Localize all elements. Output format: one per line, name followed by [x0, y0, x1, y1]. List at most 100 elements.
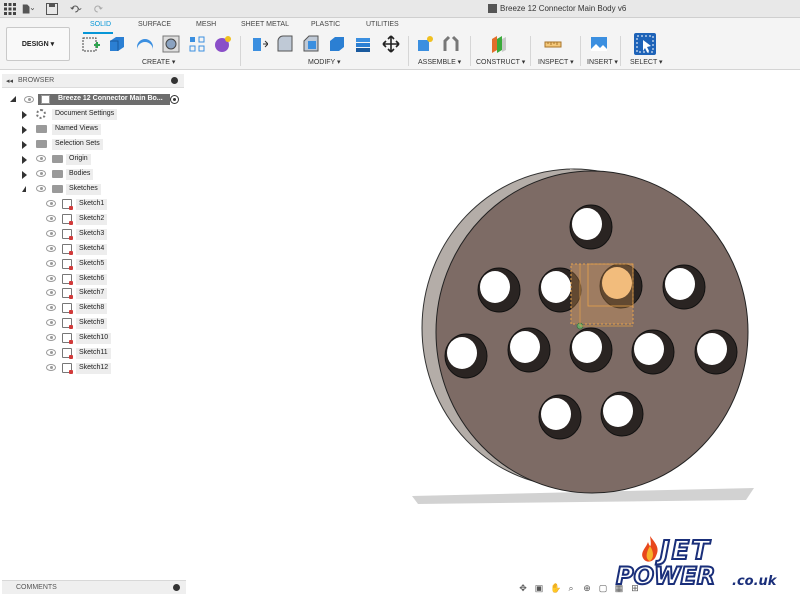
group-select[interactable]: SELECT ▾ [630, 58, 663, 66]
sketch-item[interactable]: Sketch7 [44, 288, 124, 300]
tab-sheet-metal[interactable]: SHEET METAL [241, 21, 289, 28]
panel-options-icon[interactable] [171, 77, 178, 84]
sketch-icon [62, 362, 73, 374]
tree-item-selection-sets[interactable]: Selection Sets [22, 139, 172, 151]
sketch-item[interactable]: Sketch4 [44, 243, 124, 256]
insert-image-icon[interactable] [590, 35, 608, 53]
sketch-item[interactable]: Sketch1 [44, 199, 124, 211]
comments-options-icon[interactable] [173, 584, 180, 591]
visibility-eye-icon[interactable] [46, 304, 56, 312]
sketch-item[interactable]: Sketch9 [44, 318, 124, 330]
root-visibility-eye-icon[interactable] [24, 95, 36, 107]
collapse-arrow-icon[interactable] [22, 186, 26, 192]
selected-sketch-highlight[interactable] [570, 263, 634, 330]
sketch-item[interactable]: Sketch8 [44, 303, 124, 315]
sketch-item[interactable]: Sketch12 [44, 362, 124, 375]
expand-arrow-icon[interactable] [22, 141, 27, 149]
hole-icon[interactable] [162, 35, 180, 53]
visibility-eye-icon[interactable] [46, 319, 56, 327]
fit-icon[interactable]: ⊕ [582, 583, 592, 593]
sketch-item[interactable]: Sketch2 [44, 213, 124, 226]
sketch-icon [62, 213, 73, 225]
visibility-eye-icon[interactable] [46, 334, 56, 342]
group-construct[interactable]: CONSTRUCT ▾ [476, 58, 525, 66]
visibility-eye-icon[interactable] [46, 363, 56, 371]
fillet-icon[interactable] [276, 35, 294, 53]
sketch-item[interactable]: Sketch11 [44, 348, 124, 360]
collapse-panel-icon[interactable]: ◂◂ [6, 77, 13, 85]
tab-plastic[interactable]: PLASTIC [311, 21, 340, 28]
visibility-eye-icon[interactable] [46, 244, 56, 252]
create-sketch-icon[interactable] [82, 35, 100, 53]
apps-grid-icon[interactable] [4, 3, 16, 15]
offset-plane-icon[interactable] [490, 35, 508, 53]
tree-root-document[interactable]: Breeze 12 Connector Main Bo... [38, 94, 170, 105]
visibility-eye-icon[interactable] [46, 200, 56, 207]
visibility-eye-icon[interactable] [36, 155, 46, 162]
display-settings-icon[interactable]: ▢ [598, 583, 608, 593]
redo-icon[interactable] [94, 3, 106, 15]
document-icon [41, 95, 50, 104]
zoom-icon[interactable]: ⌕ [566, 583, 576, 593]
visibility-eye-icon[interactable] [46, 274, 56, 282]
browser-panel-header[interactable]: ◂◂ BROWSER [2, 74, 184, 88]
group-create[interactable]: CREATE ▾ [142, 58, 175, 66]
3d-viewport[interactable] [186, 72, 800, 580]
visibility-eye-icon[interactable] [46, 349, 56, 356]
visibility-eye-icon[interactable] [36, 170, 46, 177]
sketch-item[interactable]: Sketch10 [44, 333, 124, 345]
joint-icon[interactable] [442, 35, 460, 53]
pattern-icon[interactable] [188, 35, 206, 53]
visibility-eye-icon[interactable] [46, 259, 56, 267]
folder-icon [52, 155, 63, 163]
tab-solid[interactable]: SOLID [90, 21, 111, 28]
sketch-label: Sketch10 [76, 333, 112, 345]
comments-panel[interactable]: COMMENTS [2, 580, 186, 594]
sketch-item[interactable]: Sketch6 [44, 273, 124, 286]
shell-icon[interactable] [328, 35, 346, 53]
select-icon[interactable] [634, 33, 656, 55]
expand-arrow-icon[interactable] [22, 126, 27, 134]
expand-arrow-icon[interactable] [22, 111, 27, 119]
combine-icon[interactable] [354, 35, 372, 53]
tab-surface[interactable]: SURFACE [138, 21, 171, 28]
sketch-item[interactable]: Sketch3 [44, 228, 124, 241]
tab-mesh[interactable]: MESH [196, 21, 216, 28]
workspace-switcher-button[interactable]: DESIGN ▾ [6, 27, 70, 61]
chamfer-icon[interactable] [302, 35, 320, 53]
revolve-icon[interactable] [136, 35, 154, 53]
press-pull-icon[interactable] [250, 35, 268, 53]
visibility-eye-icon[interactable] [36, 185, 46, 192]
visibility-eye-icon[interactable] [46, 289, 56, 297]
sketch-item[interactable]: Sketch5 [44, 258, 124, 271]
visibility-eye-icon[interactable] [46, 214, 56, 222]
expand-arrow-icon[interactable] [22, 156, 27, 164]
measure-icon[interactable] [544, 35, 562, 53]
tree-item-sketches[interactable]: Sketches [22, 184, 172, 196]
undo-icon[interactable] [70, 3, 82, 15]
visibility-eye-icon[interactable] [46, 229, 56, 237]
expand-arrow-icon[interactable] [22, 171, 27, 179]
group-assemble[interactable]: ASSEMBLE ▾ [418, 58, 461, 66]
look-at-icon[interactable]: ▣ [534, 583, 544, 593]
tree-item-document-settings[interactable]: Document Settings [22, 109, 172, 121]
group-modify[interactable]: MODIFY ▾ [308, 58, 341, 66]
save-icon[interactable] [46, 3, 58, 15]
tab-utilities[interactable]: UTILITIES [366, 21, 399, 28]
pan-hand-icon[interactable]: ✋ [550, 583, 561, 593]
extrude-icon[interactable] [108, 35, 126, 53]
tree-item-named-views[interactable]: Named Views [22, 124, 172, 136]
hole [662, 264, 706, 310]
tree-item-origin[interactable]: Origin [22, 154, 172, 166]
file-menu-icon[interactable] [22, 3, 34, 15]
group-inspect[interactable]: INSPECT ▾ [538, 58, 574, 66]
move-icon[interactable] [382, 35, 400, 53]
activate-component-radio[interactable] [170, 95, 179, 104]
group-insert[interactable]: INSERT ▾ [587, 58, 618, 66]
move-view-icon[interactable]: ✥ [518, 583, 528, 593]
new-component-icon[interactable] [416, 35, 434, 53]
tree-item-bodies[interactable]: Bodies [22, 169, 172, 181]
sketch-icon [62, 333, 73, 345]
form-icon[interactable] [214, 35, 232, 53]
tree-expand-root-icon[interactable] [10, 96, 16, 102]
